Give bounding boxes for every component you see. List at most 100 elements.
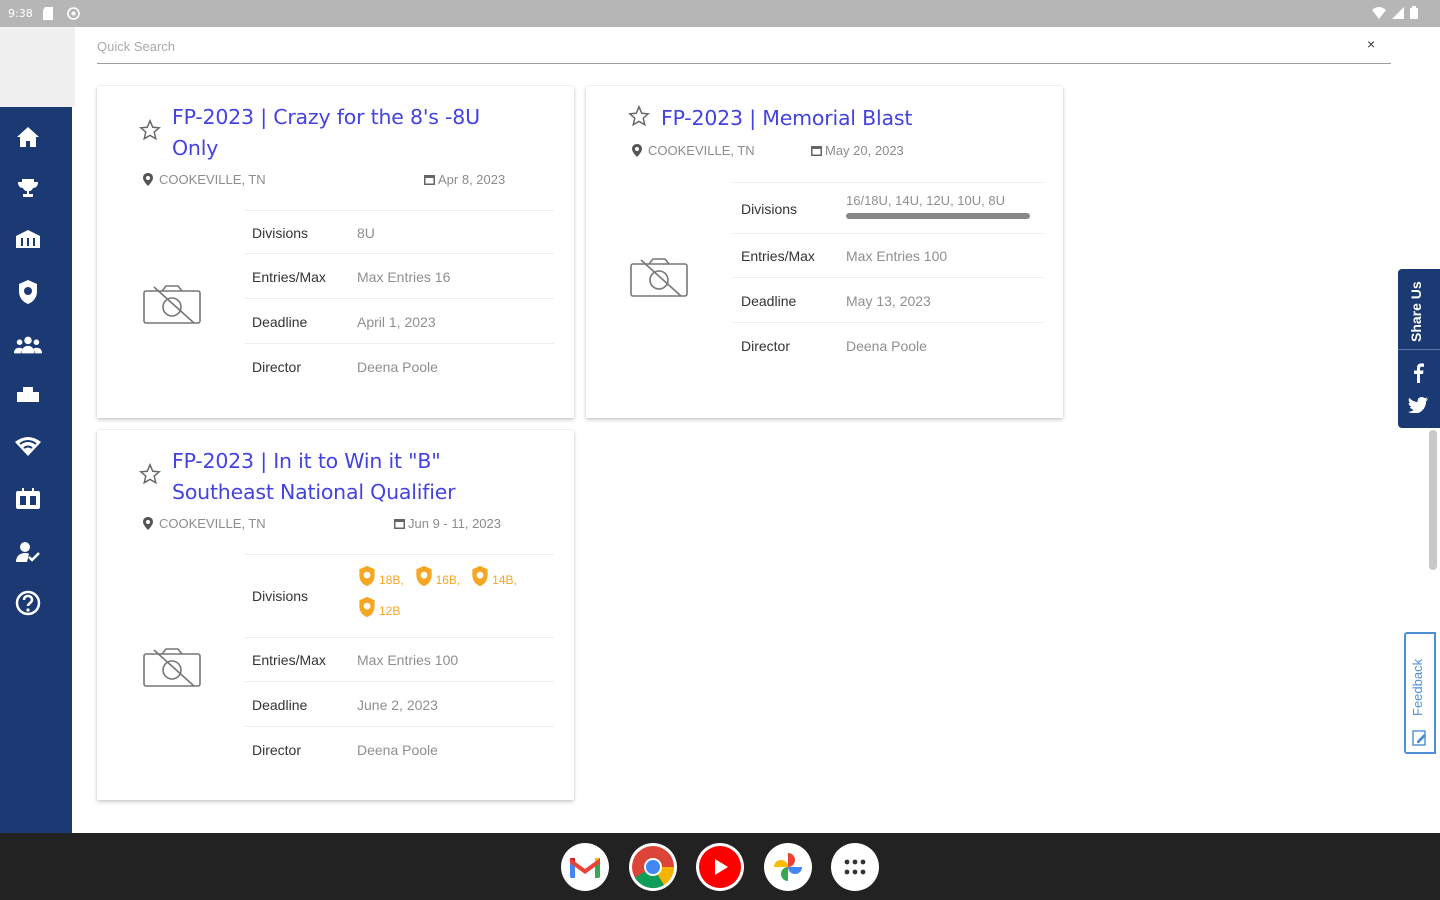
entries-label: Entries/Max — [252, 269, 326, 285]
sidebar-item-account[interactable] — [14, 538, 42, 566]
feedback-button[interactable]: Feedback — [1404, 632, 1436, 754]
division-badge[interactable]: 12B — [357, 596, 400, 618]
event-location: COOKEVILLE, TN — [143, 516, 266, 531]
entries-value: Max Entries 16 — [357, 269, 451, 285]
shield-badge-icon — [415, 565, 432, 587]
sidebar-header-space — [0, 27, 75, 107]
location-text: COOKEVILLE, TN — [159, 516, 266, 531]
calendar-icon — [394, 519, 405, 529]
sidebar — [0, 107, 72, 833]
share-panel[interactable]: Share Us — [1398, 269, 1440, 428]
sd-card-icon — [42, 6, 55, 21]
sidebar-item-shield[interactable] — [14, 278, 42, 306]
date-text: May 20, 2023 — [825, 143, 904, 158]
division-badge-label: 12B — [379, 604, 401, 618]
status-time: 9:38 — [8, 7, 33, 20]
division-badge-label: 14B, — [492, 573, 517, 587]
photos-app-icon[interactable] — [764, 843, 812, 891]
sidebar-item-scores[interactable] — [14, 485, 42, 513]
calendar-icon — [424, 175, 435, 185]
deadline-label: Deadline — [252, 314, 308, 330]
twitter-icon[interactable] — [1408, 397, 1428, 417]
gmail-app-icon[interactable] — [561, 843, 609, 891]
bus-icon — [17, 387, 39, 402]
event-title[interactable]: FP-2023 | In it to Win it "B" Southeast … — [172, 446, 552, 508]
chrome-app-icon[interactable] — [629, 843, 677, 891]
taskbar — [0, 833, 1440, 900]
favorite-star-icon[interactable] — [628, 104, 650, 127]
no-image-camera-icon — [629, 258, 691, 302]
event-title[interactable]: FP-2023 | Memorial Blast — [661, 103, 1041, 134]
divisions-scroll[interactable]: 16/18U, 14U, 12U, 10U, 8U — [846, 193, 1036, 231]
event-date: Apr 8, 2023 — [424, 172, 505, 187]
event-card[interactable]: FP-2023 | In it to Win it "B" Southeast … — [97, 430, 574, 800]
deadline-value: May 13, 2023 — [846, 293, 931, 309]
director-row: Director Deena Poole — [733, 324, 1043, 368]
sidebar-item-network[interactable] — [14, 432, 42, 460]
scoreboard-icon — [16, 488, 40, 509]
sidebar-item-venues[interactable] — [14, 225, 42, 253]
entries-row: Entries/Max Max Entries 16 — [244, 255, 554, 299]
deadline-row: Deadline May 13, 2023 — [733, 279, 1043, 323]
facebook-icon[interactable] — [1411, 363, 1425, 387]
sidebar-item-help[interactable] — [14, 589, 42, 617]
clear-search-button[interactable]: × — [1367, 36, 1381, 52]
no-image-camera-icon — [142, 285, 204, 329]
deadline-label: Deadline — [252, 697, 308, 713]
favorite-star-icon[interactable] — [139, 462, 161, 485]
divisions-row: Divisions 18B, 16B, 14B, 12B — [244, 554, 554, 638]
event-card[interactable]: FP-2023 | Crazy for the 8's -8U Only COO… — [97, 86, 574, 418]
division-badge[interactable]: 18B, — [357, 565, 404, 587]
location-pin-icon — [143, 517, 153, 530]
event-title[interactable]: FP-2023 | Crazy for the 8's -8U Only — [172, 102, 552, 164]
director-value: Deena Poole — [357, 359, 438, 375]
director-label: Director — [252, 359, 302, 375]
stadium-icon — [16, 230, 40, 248]
user-check-icon — [16, 542, 40, 562]
entries-value: Max Entries 100 — [357, 652, 459, 668]
entries-row: Entries/Max Max Entries 100 — [244, 638, 554, 682]
favorite-star-icon[interactable] — [139, 118, 161, 141]
division-badge[interactable]: 14B, — [470, 565, 517, 587]
division-badge-label: 16B, — [435, 573, 461, 587]
event-title-line[interactable]: FP-2023 | Crazy for the 8's -8U — [172, 102, 552, 133]
deadline-label: Deadline — [741, 293, 797, 309]
share-label: Share Us — [1408, 281, 1424, 343]
feedback-label: Feedback — [1410, 658, 1425, 716]
event-title-line[interactable]: FP-2023 | In it to Win it "B" — [172, 446, 552, 477]
division-badges: 18B, 16B, 14B, 12B — [357, 565, 552, 621]
signal-icon — [1392, 6, 1404, 22]
feedback-edit-icon — [1412, 730, 1428, 750]
help-icon — [15, 590, 41, 616]
director-label: Director — [252, 742, 302, 758]
notification-icon — [66, 6, 80, 21]
event-title-line[interactable]: Only — [172, 133, 552, 164]
event-location: COOKEVILLE, TN — [143, 172, 266, 187]
location-text: COOKEVILLE, TN — [159, 172, 266, 187]
battery-icon — [1410, 6, 1418, 22]
shield-badge-icon — [359, 596, 375, 618]
no-image-camera-icon — [142, 648, 204, 692]
vertical-scrollbar[interactable] — [1429, 430, 1437, 570]
divisions-label: Divisions — [741, 201, 798, 217]
event-title-line[interactable]: Southeast National Qualifier — [172, 477, 552, 508]
director-row: Director Deena Poole — [244, 728, 554, 772]
divisions-value: 16/18U, 14U, 12U, 10U, 8U — [846, 193, 1005, 208]
entries-value: Max Entries 100 — [846, 248, 948, 264]
event-card[interactable]: FP-2023 | Memorial Blast COOKEVILLE, TN … — [586, 86, 1063, 418]
sidebar-item-transport[interactable] — [14, 381, 42, 409]
wifi-icon — [15, 437, 41, 456]
director-label: Director — [741, 338, 791, 354]
sidebar-item-trophy[interactable] — [14, 174, 42, 202]
date-text: Jun 9 - 11, 2023 — [408, 516, 501, 531]
division-badge[interactable]: 16B, — [414, 565, 461, 587]
app-launcher-icon[interactable] — [831, 843, 879, 891]
sidebar-item-teams[interactable] — [14, 331, 42, 359]
horizontal-scrollbar[interactable] — [846, 213, 1030, 219]
director-row: Director Deena Poole — [244, 345, 554, 389]
youtube-app-icon[interactable] — [696, 843, 744, 891]
divisions-label: Divisions — [252, 225, 309, 241]
event-title-line[interactable]: FP-2023 | Memorial Blast — [661, 103, 1041, 134]
search-input[interactable]: Quick Search — [97, 34, 1391, 64]
sidebar-item-home[interactable] — [14, 123, 42, 151]
